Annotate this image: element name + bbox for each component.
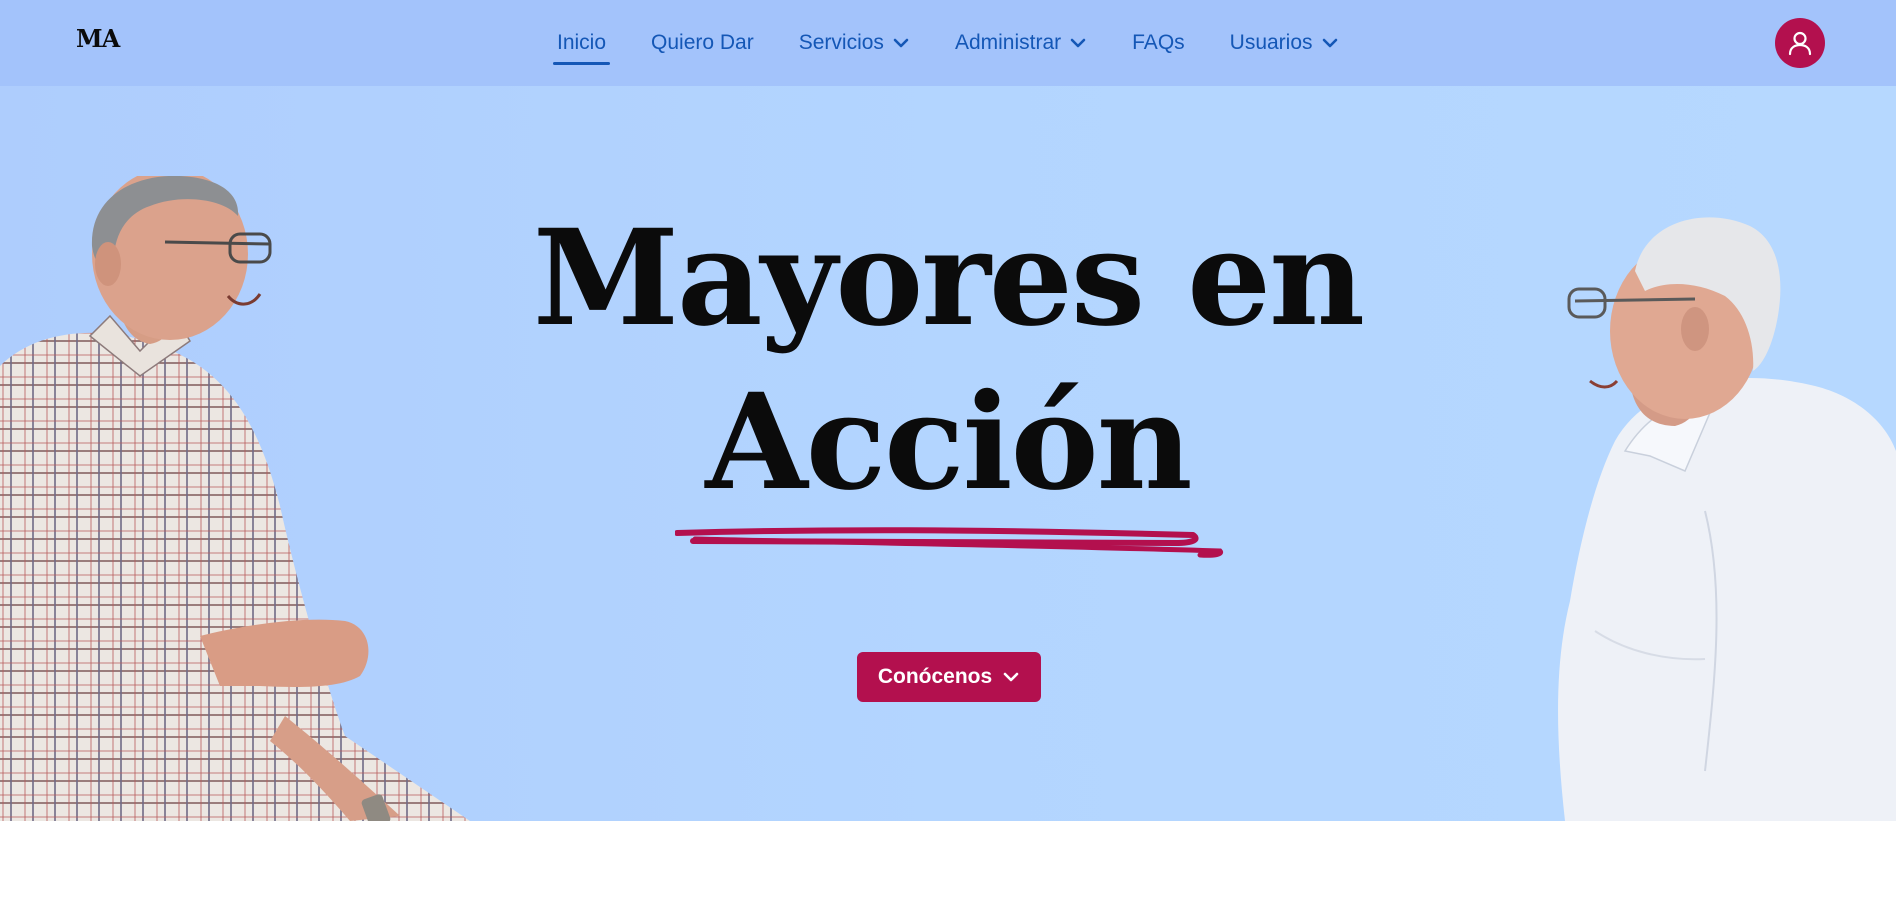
site-logo[interactable]: MA (76, 24, 120, 53)
site-header: MA Inicio Quiero Dar Servicios Administr… (0, 0, 1896, 86)
chevron-down-icon (1069, 34, 1087, 52)
hero-section: Mayores en Acción Conócenos (0, 86, 1896, 821)
chevron-down-icon (892, 34, 910, 52)
active-indicator (553, 62, 611, 65)
nav-item-faqs[interactable]: FAQs (1132, 23, 1185, 63)
conocenos-button-label: Conócenos (877, 665, 993, 688)
user-menu-button[interactable] (1775, 18, 1825, 68)
nav-item-label: Inicio (557, 31, 607, 54)
conocenos-button[interactable]: Conócenos (857, 652, 1041, 702)
nav-item-servicios[interactable]: Servicios (799, 23, 910, 63)
title-underline-stroke (675, 527, 1224, 558)
main-nav: Inicio Quiero Dar Servicios Administrar … (553, 0, 1339, 86)
hero-title-line-2: Acción (705, 365, 1192, 520)
user-icon (1788, 31, 1812, 56)
nav-item-quiero-dar[interactable]: Quiero Dar (651, 23, 754, 63)
nav-item-label: Quiero Dar (651, 31, 754, 54)
nav-item-label: FAQs (1132, 31, 1185, 54)
hero-title: Mayores en Acción (0, 197, 1896, 525)
nav-item-label: Servicios (798, 31, 884, 54)
nav-item-usuarios[interactable]: Usuarios (1230, 23, 1339, 63)
chevron-down-icon (1003, 672, 1019, 682)
nav-item-administrar[interactable]: Administrar (955, 23, 1087, 63)
nav-item-inicio[interactable]: Inicio (553, 23, 611, 65)
chevron-down-icon (1321, 34, 1339, 52)
hero-title-line-1: Mayores en (532, 201, 1365, 356)
nav-item-label: Administrar (954, 31, 1062, 54)
nav-item-label: Usuarios (1229, 31, 1313, 54)
